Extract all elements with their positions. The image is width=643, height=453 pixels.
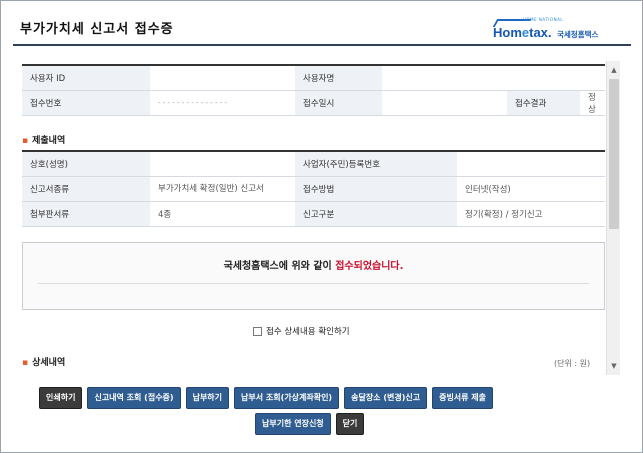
- title-divider: [13, 44, 631, 46]
- table-row: 사용자 ID 사용자명: [22, 64, 606, 91]
- receipt-datetime-value: [382, 90, 507, 116]
- hometax-logo: HOME NATIONAL Hometax. 국세청홈택스: [492, 17, 611, 43]
- attachments-value: 4종: [150, 201, 295, 227]
- table-row: 신고서종류 부가가치세 확정(일반) 신고서 접수방법 인터넷(작성): [22, 176, 605, 202]
- receipt-result-label: 접수결과: [507, 90, 580, 116]
- receipt-method-value: 인터넷(작성): [457, 176, 605, 202]
- user-id-label: 사용자 ID: [22, 64, 150, 91]
- receipt-number-label: 접수번호: [22, 90, 150, 116]
- detail-check-row[interactable]: 접수 상세내용 확인하기: [253, 325, 350, 337]
- registration-number-label: 사업자(주민)등록번호: [295, 150, 457, 177]
- table-row: 접수번호 - - - - - - - - - - - - - - - 접수일시 …: [22, 90, 606, 116]
- vertical-scrollbar[interactable]: ▲ ▼: [606, 61, 620, 375]
- button-row-primary: 인쇄하기 신고내역 조회 (접수증) 납부하기 납부서 조회(가상계좌확인) 송…: [39, 387, 494, 409]
- submit-documents-button[interactable]: 증빙서류 제출: [432, 387, 494, 409]
- filing-type-value: 정기(확정) / 정기신고: [457, 201, 605, 227]
- confirmation-message-box: 국세청홈택스에 위와 같이 접수되었습니다.: [22, 242, 605, 310]
- filing-type-label: 신고구분: [295, 201, 457, 227]
- print-button[interactable]: 인쇄하기: [39, 387, 83, 409]
- user-id-value: [150, 64, 295, 91]
- message-divider: [38, 283, 589, 284]
- submission-table: 상호(성명) 사업자(주민)등록번호 신고서종류 부가가치세 확정(일반) 신고…: [22, 150, 605, 227]
- detail-heading: ▪ 상세내역: [22, 358, 66, 368]
- button-row-secondary: 납부기한 연장신청 닫기: [255, 413, 365, 435]
- receipt-window: 부가가치세 신고서 접수증 HOME NATIONAL Hometax. 국세청…: [0, 0, 643, 453]
- receipt-number-value: - - - - - - - - - - - - - - -: [150, 90, 295, 116]
- logo-brand: Hometax.: [493, 25, 552, 40]
- detail-checkbox[interactable]: [253, 326, 262, 336]
- scroll-up-icon[interactable]: ▲: [607, 63, 621, 77]
- payment-slip-button[interactable]: 납부서 조회(가상계좌확인): [234, 387, 340, 409]
- user-name-value: [382, 64, 606, 91]
- logo-brand-korean: 국세청홈택스: [557, 30, 599, 39]
- business-name-value: [150, 150, 295, 177]
- unit-label: (단위 : 원): [554, 359, 591, 368]
- return-type-value: 부가가치세 확정(일반) 신고서: [150, 176, 295, 202]
- summary-table: 사용자 ID 사용자명 접수번호 - - - - - - - - - - - -…: [22, 64, 606, 116]
- bullet-icon: ▪: [22, 358, 29, 368]
- confirmation-message: 국세청홈택스에 위와 같이 접수되었습니다.: [223, 261, 404, 272]
- page-title: 부가가치세 신고서 접수증: [20, 22, 174, 37]
- close-button[interactable]: 닫기: [335, 413, 365, 435]
- content-scroll-area[interactable]: 사용자 ID 사용자명 접수번호 - - - - - - - - - - - -…: [13, 61, 621, 375]
- scroll-thumb[interactable]: [609, 79, 619, 229]
- business-name-label: 상호(성명): [22, 150, 150, 177]
- return-type-label: 신고서종류: [22, 176, 150, 202]
- scroll-down-icon[interactable]: ▼: [607, 359, 621, 373]
- delivery-address-button[interactable]: 송달장소 (변경)신고: [344, 387, 428, 409]
- submission-heading: ▪ 제출내역: [22, 136, 66, 146]
- extend-deadline-button[interactable]: 납부기한 연장신청: [255, 413, 331, 435]
- receipt-result-value: 정상: [580, 90, 606, 116]
- receipt-datetime-label: 접수일시: [295, 90, 382, 116]
- table-row: 첨부판서류 4종 신고구분 정기(확정) / 정기신고: [22, 201, 605, 227]
- logo-tagline: HOME NATIONAL: [523, 17, 564, 22]
- table-row: 상호(성명) 사업자(주민)등록번호: [22, 150, 605, 177]
- confirmation-highlight: 접수되었습니다.: [335, 261, 404, 272]
- receipt-method-label: 접수방법: [295, 176, 457, 202]
- detail-check-label[interactable]: 접수 상세내용 확인하기: [266, 325, 350, 337]
- attachments-label: 첨부판서류: [22, 201, 150, 227]
- view-return-button[interactable]: 신고내역 조회 (접수증): [87, 387, 181, 409]
- user-name-label: 사용자명: [295, 64, 382, 91]
- pay-button[interactable]: 납부하기: [185, 387, 230, 409]
- registration-number-value: [457, 150, 605, 177]
- bullet-icon: ▪: [22, 136, 29, 146]
